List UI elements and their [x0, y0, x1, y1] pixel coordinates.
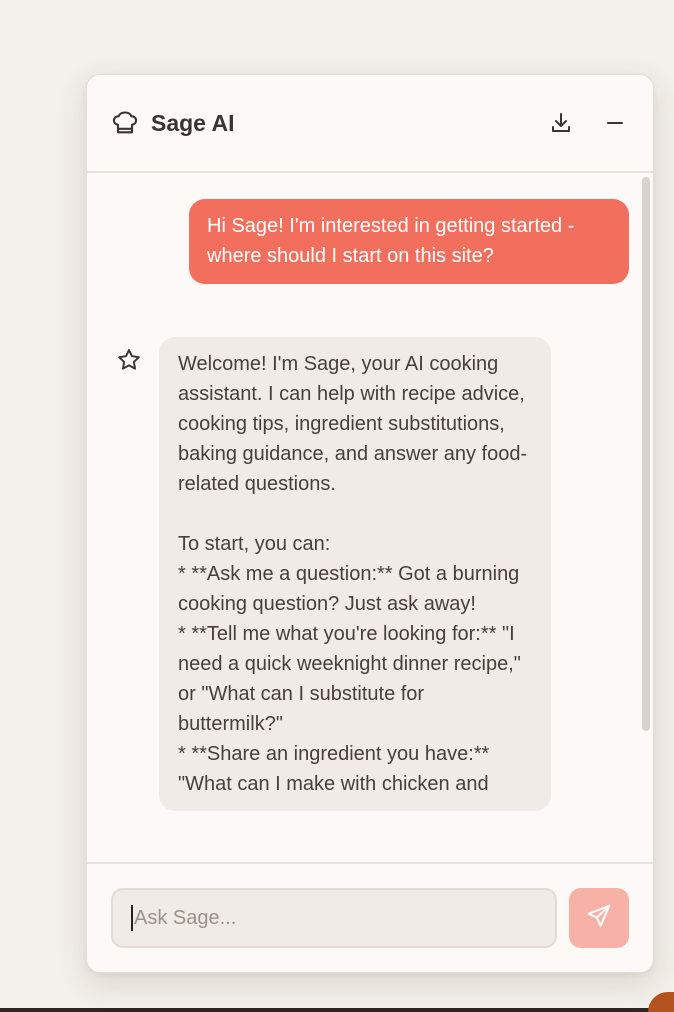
- header-actions: [547, 109, 629, 137]
- chat-window: Sage AI Hi Sage! I'm interested in getti…: [86, 74, 654, 973]
- chat-header: Sage AI: [87, 75, 653, 173]
- chat-title: Sage AI: [151, 109, 235, 136]
- chef-hat-icon: [111, 108, 141, 138]
- message-input[interactable]: Ask Sage...: [111, 888, 557, 948]
- background-accent: [648, 992, 674, 1012]
- chat-composer: Ask Sage...: [87, 862, 653, 972]
- background-strip: [0, 1008, 674, 1012]
- assistant-text-bullet: * **Share an ingredient you have:** "Wha…: [178, 743, 490, 795]
- scrollbar[interactable]: [642, 177, 650, 731]
- text-caret: [131, 905, 133, 931]
- send-button[interactable]: [569, 888, 629, 948]
- assistant-text-bullet: * **Tell me what you're looking for:** "…: [178, 623, 521, 735]
- assistant-text-intro: Welcome! I'm Sage, your AI cooking assis…: [178, 353, 528, 495]
- assistant-text-start: To start, you can:: [178, 533, 331, 555]
- input-placeholder: Ask Sage...: [134, 906, 237, 929]
- assistant-text-bullet: * **Ask me a question:** Got a burning c…: [178, 563, 520, 615]
- minimize-icon[interactable]: [601, 109, 629, 137]
- download-icon[interactable]: [547, 109, 575, 137]
- star-icon: [116, 347, 142, 373]
- message-list[interactable]: Hi Sage! I'm interested in getting start…: [87, 175, 653, 837]
- assistant-message: Welcome! I'm Sage, your AI cooking assis…: [159, 337, 551, 811]
- user-message: Hi Sage! I'm interested in getting start…: [189, 199, 629, 284]
- send-icon: [586, 903, 612, 934]
